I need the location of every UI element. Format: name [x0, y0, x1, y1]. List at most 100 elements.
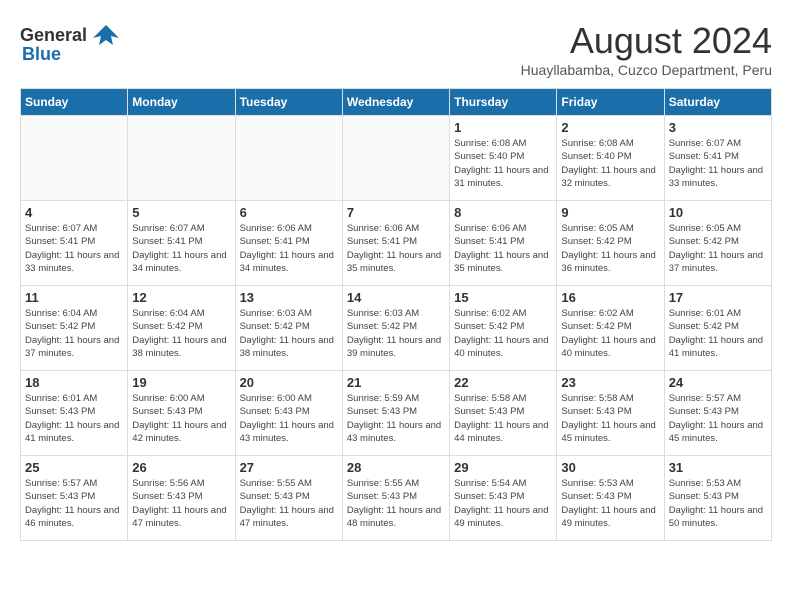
calendar-cell: 17 Sunrise: 6:01 AM Sunset: 5:42 PM Dayli… [664, 286, 771, 371]
calendar-cell [342, 116, 449, 201]
day-info: Sunrise: 5:54 AM Sunset: 5:43 PM Dayligh… [454, 477, 552, 530]
day-info: Sunrise: 6:07 AM Sunset: 5:41 PM Dayligh… [669, 137, 767, 190]
calendar-cell: 8 Sunrise: 6:06 AM Sunset: 5:41 PM Daylig… [450, 201, 557, 286]
day-number: 26 [132, 460, 230, 475]
day-number: 3 [669, 120, 767, 135]
day-info: Sunrise: 5:55 AM Sunset: 5:43 PM Dayligh… [240, 477, 338, 530]
weekday-header-row: SundayMondayTuesdayWednesdayThursdayFrid… [21, 89, 772, 116]
day-info: Sunrise: 6:07 AM Sunset: 5:41 PM Dayligh… [132, 222, 230, 275]
day-info: Sunrise: 5:58 AM Sunset: 5:43 PM Dayligh… [454, 392, 552, 445]
day-number: 29 [454, 460, 552, 475]
day-info: Sunrise: 6:03 AM Sunset: 5:42 PM Dayligh… [240, 307, 338, 360]
day-info: Sunrise: 6:08 AM Sunset: 5:40 PM Dayligh… [454, 137, 552, 190]
day-info: Sunrise: 5:53 AM Sunset: 5:43 PM Dayligh… [669, 477, 767, 530]
calendar-cell: 29 Sunrise: 5:54 AM Sunset: 5:43 PM Dayli… [450, 456, 557, 541]
calendar-week-row: 1 Sunrise: 6:08 AM Sunset: 5:40 PM Daylig… [21, 116, 772, 201]
calendar-cell: 4 Sunrise: 6:07 AM Sunset: 5:41 PM Daylig… [21, 201, 128, 286]
logo-general: General [20, 25, 87, 46]
day-info: Sunrise: 5:55 AM Sunset: 5:43 PM Dayligh… [347, 477, 445, 530]
day-number: 6 [240, 205, 338, 220]
calendar-cell [21, 116, 128, 201]
day-info: Sunrise: 6:02 AM Sunset: 5:42 PM Dayligh… [454, 307, 552, 360]
calendar-cell: 27 Sunrise: 5:55 AM Sunset: 5:43 PM Dayli… [235, 456, 342, 541]
day-number: 27 [240, 460, 338, 475]
calendar-cell: 23Sunrise: 5:58 AM Sunset: 5:43 PM Dayli… [557, 371, 664, 456]
day-number: 1 [454, 120, 552, 135]
day-info: Sunrise: 6:06 AM Sunset: 5:41 PM Dayligh… [347, 222, 445, 275]
day-number: 11 [25, 290, 123, 305]
calendar-cell: 5Sunrise: 6:07 AM Sunset: 5:41 PM Daylig… [128, 201, 235, 286]
weekday-header-thursday: Thursday [450, 89, 557, 116]
day-number: 4 [25, 205, 123, 220]
weekday-header-monday: Monday [128, 89, 235, 116]
day-info: Sunrise: 6:01 AM Sunset: 5:43 PM Dayligh… [25, 392, 123, 445]
day-info: Sunrise: 5:58 AM Sunset: 5:43 PM Dayligh… [561, 392, 659, 445]
title-area: August 2024 Huayllabamba, Cuzco Departme… [521, 20, 772, 78]
day-number: 14 [347, 290, 445, 305]
day-number: 19 [132, 375, 230, 390]
day-number: 8 [454, 205, 552, 220]
day-number: 16 [561, 290, 659, 305]
calendar-cell: 30 Sunrise: 5:53 AM Sunset: 5:43 PM Dayli… [557, 456, 664, 541]
calendar-cell: 7 Sunrise: 6:06 AM Sunset: 5:41 PM Daylig… [342, 201, 449, 286]
calendar-cell: 10 Sunrise: 6:05 AM Sunset: 5:42 PM Dayli… [664, 201, 771, 286]
calendar-cell: 28Sunrise: 5:55 AM Sunset: 5:43 PM Dayli… [342, 456, 449, 541]
calendar-cell: 9Sunrise: 6:05 AM Sunset: 5:42 PM Daylig… [557, 201, 664, 286]
day-info: Sunrise: 5:56 AM Sunset: 5:43 PM Dayligh… [132, 477, 230, 530]
day-number: 21 [347, 375, 445, 390]
calendar-cell: 2 Sunrise: 6:08 AM Sunset: 5:40 PM Daylig… [557, 116, 664, 201]
day-number: 15 [454, 290, 552, 305]
calendar-cell: 21 Sunrise: 5:59 AM Sunset: 5:43 PM Dayli… [342, 371, 449, 456]
day-info: Sunrise: 5:53 AM Sunset: 5:43 PM Dayligh… [561, 477, 659, 530]
calendar-cell: 16 Sunrise: 6:02 AM Sunset: 5:42 PM Dayli… [557, 286, 664, 371]
weekday-header-tuesday: Tuesday [235, 89, 342, 116]
day-info: Sunrise: 6:08 AM Sunset: 5:40 PM Dayligh… [561, 137, 659, 190]
day-info: Sunrise: 5:57 AM Sunset: 5:43 PM Dayligh… [669, 392, 767, 445]
calendar-cell: 1 Sunrise: 6:08 AM Sunset: 5:40 PM Daylig… [450, 116, 557, 201]
day-info: Sunrise: 6:05 AM Sunset: 5:42 PM Dayligh… [669, 222, 767, 275]
day-number: 12 [132, 290, 230, 305]
calendar-week-row: 25 Sunrise: 5:57 AM Sunset: 5:43 PM Dayli… [21, 456, 772, 541]
day-info: Sunrise: 6:00 AM Sunset: 5:43 PM Dayligh… [132, 392, 230, 445]
day-number: 24 [669, 375, 767, 390]
calendar-cell: 11 Sunrise: 6:04 AM Sunset: 5:42 PM Dayli… [21, 286, 128, 371]
calendar-cell: 18 Sunrise: 6:01 AM Sunset: 5:43 PM Dayli… [21, 371, 128, 456]
day-info: Sunrise: 6:06 AM Sunset: 5:41 PM Dayligh… [454, 222, 552, 275]
logo: General Blue [20, 20, 121, 65]
location-title: Huayllabamba, Cuzco Department, Peru [521, 62, 772, 78]
day-number: 31 [669, 460, 767, 475]
weekday-header-saturday: Saturday [664, 89, 771, 116]
calendar-cell: 19 Sunrise: 6:00 AM Sunset: 5:43 PM Dayli… [128, 371, 235, 456]
weekday-header-sunday: Sunday [21, 89, 128, 116]
day-number: 30 [561, 460, 659, 475]
calendar-cell [128, 116, 235, 201]
calendar-week-row: 4 Sunrise: 6:07 AM Sunset: 5:41 PM Daylig… [21, 201, 772, 286]
day-number: 22 [454, 375, 552, 390]
day-number: 2 [561, 120, 659, 135]
day-info: Sunrise: 6:04 AM Sunset: 5:42 PM Dayligh… [132, 307, 230, 360]
calendar-cell: 24 Sunrise: 5:57 AM Sunset: 5:43 PM Dayli… [664, 371, 771, 456]
day-info: Sunrise: 6:02 AM Sunset: 5:42 PM Dayligh… [561, 307, 659, 360]
day-info: Sunrise: 5:59 AM Sunset: 5:43 PM Dayligh… [347, 392, 445, 445]
day-number: 7 [347, 205, 445, 220]
calendar-cell: 26 Sunrise: 5:56 AM Sunset: 5:43 PM Dayli… [128, 456, 235, 541]
day-info: Sunrise: 6:06 AM Sunset: 5:41 PM Dayligh… [240, 222, 338, 275]
day-info: Sunrise: 5:57 AM Sunset: 5:43 PM Dayligh… [25, 477, 123, 530]
calendar-cell: 6 Sunrise: 6:06 AM Sunset: 5:41 PM Daylig… [235, 201, 342, 286]
logo-blue: Blue [22, 44, 61, 65]
month-title: August 2024 [521, 20, 772, 62]
day-number: 18 [25, 375, 123, 390]
day-info: Sunrise: 6:01 AM Sunset: 5:42 PM Dayligh… [669, 307, 767, 360]
day-info: Sunrise: 6:04 AM Sunset: 5:42 PM Dayligh… [25, 307, 123, 360]
weekday-header-friday: Friday [557, 89, 664, 116]
day-info: Sunrise: 6:05 AM Sunset: 5:42 PM Dayligh… [561, 222, 659, 275]
calendar-cell: 3 Sunrise: 6:07 AM Sunset: 5:41 PM Daylig… [664, 116, 771, 201]
calendar-table: SundayMondayTuesdayWednesdayThursdayFrid… [20, 88, 772, 541]
day-number: 25 [25, 460, 123, 475]
day-info: Sunrise: 6:07 AM Sunset: 5:41 PM Dayligh… [25, 222, 123, 275]
day-number: 10 [669, 205, 767, 220]
calendar-cell: 25 Sunrise: 5:57 AM Sunset: 5:43 PM Dayli… [21, 456, 128, 541]
day-info: Sunrise: 6:00 AM Sunset: 5:43 PM Dayligh… [240, 392, 338, 445]
day-number: 17 [669, 290, 767, 305]
logo-bird-icon [91, 20, 121, 50]
